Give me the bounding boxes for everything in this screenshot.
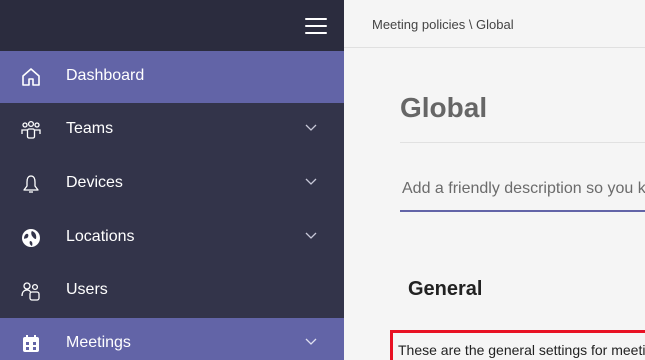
main-content: Meeting policies \ Global Global General… bbox=[344, 0, 645, 360]
calendar-icon bbox=[23, 335, 39, 352]
sidebar-item-label: Users bbox=[66, 281, 108, 298]
sidebar-item-label: Teams bbox=[66, 120, 114, 137]
divider bbox=[400, 142, 645, 143]
chevron-down-icon[interactable] bbox=[305, 337, 317, 347]
sidebar-item-dashboard[interactable]: Dashboard bbox=[0, 51, 344, 103]
breadcrumb[interactable]: Meeting policies \ Global bbox=[372, 17, 514, 32]
chevron-down-icon[interactable] bbox=[305, 123, 317, 133]
teams-icon bbox=[21, 120, 41, 139]
sidebar-item-label: Meetings bbox=[66, 334, 131, 351]
devices-icon bbox=[23, 175, 39, 193]
hamburger-menu-icon[interactable] bbox=[305, 18, 327, 34]
section-description: These are the general settings for meeti… bbox=[398, 342, 645, 358]
chevron-down-icon[interactable] bbox=[305, 231, 317, 241]
sidebar-item-meetings[interactable]: Meetings bbox=[0, 318, 344, 360]
globe-icon bbox=[22, 229, 40, 247]
description-field[interactable] bbox=[400, 176, 645, 212]
description-input[interactable] bbox=[402, 180, 645, 198]
sidebar-item-locations[interactable]: Locations bbox=[0, 212, 344, 264]
users-icon bbox=[21, 282, 40, 301]
page-title: Global bbox=[400, 92, 488, 123]
sidebar-item-label: Locations bbox=[66, 228, 135, 245]
sidebar-nav: Dashboard Teams Devices Locations Users … bbox=[0, 0, 344, 360]
sidebar-item-teams[interactable]: Teams bbox=[0, 104, 344, 156]
sidebar-item-label: Devices bbox=[66, 174, 123, 191]
sidebar-item-label: Dashboard bbox=[66, 67, 145, 84]
sidebar-item-devices[interactable]: Devices bbox=[0, 158, 344, 210]
breadcrumb-bar: Meeting policies \ Global bbox=[344, 0, 645, 48]
sidebar-item-users[interactable]: Users bbox=[0, 265, 344, 317]
sidebar-header bbox=[0, 0, 344, 51]
home-icon bbox=[22, 68, 40, 86]
chevron-down-icon[interactable] bbox=[305, 177, 317, 187]
section-title-general: General bbox=[408, 278, 483, 300]
